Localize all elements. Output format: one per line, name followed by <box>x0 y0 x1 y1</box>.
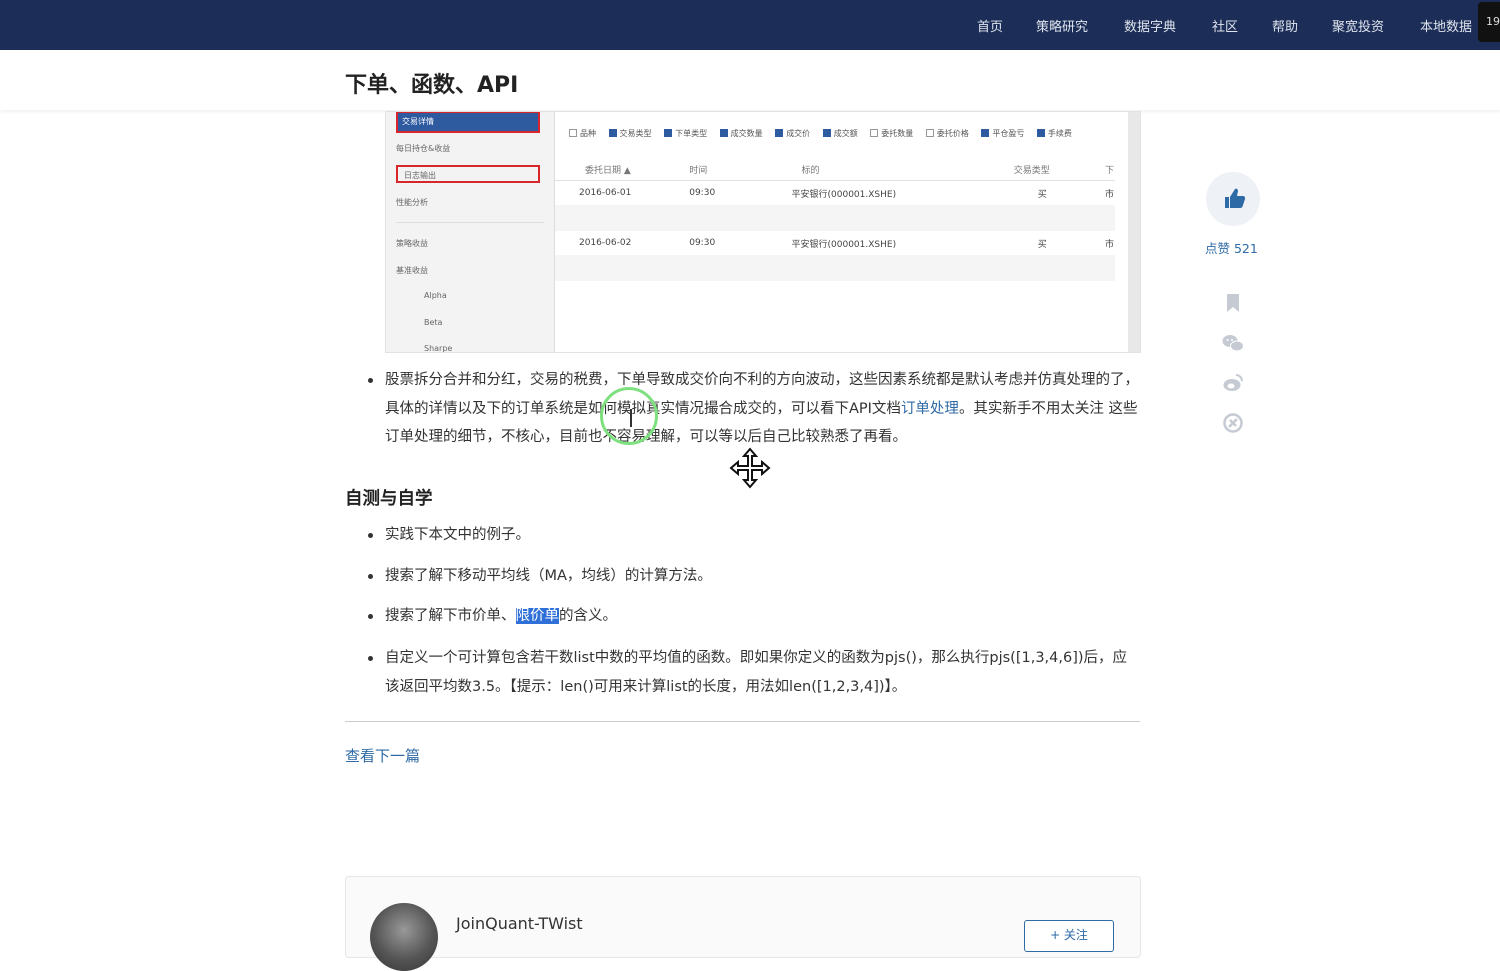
order-processing-link[interactable]: 订单处理 <box>901 401 959 417</box>
screenshot-checkbox: 手续费 <box>1036 128 1072 139</box>
screenshot-checkbox: 成交价 <box>775 128 810 139</box>
screenshot-sidebar-item: Alpha <box>424 291 447 300</box>
list-item-text: 自定义一个可计算包含若干数list中数的平均值的函数。即如果你定义的函数为pjs… <box>385 650 1128 695</box>
move-cursor-icon <box>729 447 771 489</box>
nav-data-dictionary[interactable]: 数据字典 <box>1124 16 1176 35</box>
table-cell: 09:30 <box>689 188 716 198</box>
table-cell: 2016-06-02 <box>579 238 632 248</box>
table-cell: 平安银行(000001.XSHE) <box>791 189 897 200</box>
screenshot-column-toggles: 品种 交易类型 下单类型 成交数量 成交价 成交额 委托数量 委托价格 平仓盈亏… <box>569 128 1082 139</box>
screenshot-checkbox: 品种 <box>569 128 596 139</box>
screenshot-checkbox: 委托数量 <box>870 128 913 139</box>
list-item: 搜索了解下移动平均线（MA，均线）的计算方法。 <box>368 562 1140 591</box>
screenshot-sidebar-item: 策略收益 <box>396 239 428 248</box>
table-header: 时间 <box>688 158 762 181</box>
table-row-empty <box>555 205 1115 231</box>
screenshot-sidebar-item: 基准收益 <box>396 266 428 275</box>
nav-joinquant-invest[interactable]: 聚宽投资 <box>1332 16 1384 35</box>
screenshot-sidebar-item: 日志输出 <box>396 165 540 183</box>
screenshot-checkbox: 交易类型 <box>608 128 652 139</box>
click-indicator <box>600 387 658 445</box>
screenshot-checkbox: 委托价格 <box>925 128 969 139</box>
nav-help[interactable]: 帮助 <box>1272 16 1298 35</box>
table-header: 委托日期 ▲ <box>555 158 689 181</box>
like-count: 点赞 521 <box>1205 241 1258 256</box>
list-item: 股票拆分合并和分红，交易的税费，下单导致成交价向不利的方向波动，这些因素系统都是… <box>368 366 1145 452</box>
list-item: 实践下本文中的例子。 <box>368 521 1140 550</box>
table-cell: 平安银行(000001.XSHE) <box>791 239 897 250</box>
screenshot-checkbox: 成交额 <box>822 128 858 139</box>
table-cell: 09:30 <box>689 238 716 248</box>
list-item-text: 搜索了解下市价单、 <box>385 608 516 624</box>
screenshot-sidebar-item: 每日持仓&收益 <box>396 144 451 153</box>
corner-badge: 19 <box>1478 2 1500 42</box>
article-title-bar: 下单、函数、API <box>0 50 1500 110</box>
table-cell: 2016-06-01 <box>579 188 632 198</box>
article-screenshot: 交易详情 每日持仓&收益 日志输出 性能分析 策略收益 基准收益 Alpha B… <box>385 111 1141 353</box>
screenshot-sidebar-item: 性能分析 <box>396 198 428 207</box>
bookmark-icon[interactable] <box>1221 291 1245 315</box>
thumbs-up-icon <box>1225 188 1246 208</box>
list-item: 搜索了解下市价单、限价单的含义。 <box>368 602 1140 631</box>
table-cell: 买 <box>1037 189 1047 200</box>
share-icon[interactable] <box>1221 411 1245 435</box>
like-button[interactable] <box>1206 172 1260 226</box>
table-header: 交易类型 <box>979 158 1104 181</box>
list-item-text: 的含义。 <box>559 608 617 624</box>
text-cursor-icon <box>630 409 632 427</box>
nav-community[interactable]: 社区 <box>1212 16 1238 35</box>
screenshot-sidebar-item: Beta <box>424 318 443 327</box>
article-divider <box>345 721 1140 722</box>
table-row-empty <box>555 255 1115 281</box>
weibo-icon[interactable] <box>1221 371 1245 395</box>
nav-home[interactable]: 首页 <box>977 16 1003 35</box>
selected-text[interactable]: 限价单 <box>515 608 559 624</box>
avatar[interactable] <box>370 903 438 971</box>
screenshot-checkbox: 平仓盈亏 <box>981 128 1024 139</box>
section-title: 自测与自学 <box>345 489 433 509</box>
screenshot-sidebar: 交易详情 每日持仓&收益 日志输出 性能分析 策略收益 基准收益 Alpha B… <box>386 112 555 352</box>
next-article-link[interactable]: 查看下一篇 <box>345 745 420 766</box>
table-cell: 买 <box>1037 239 1047 250</box>
screenshot-trade-table: 委托日期 ▲ 时间 标的 交易类型 下 2016-06-01 09:30 平安银… <box>555 158 1115 281</box>
table-row: 2016-06-01 09:30 平安银行(000001.XSHE) 买 市 <box>555 181 1115 206</box>
screenshot-sidebar-item: Sharpe <box>424 344 453 353</box>
nav-strategy-research[interactable]: 策略研究 <box>1036 16 1088 35</box>
author-card: JoinQuant-TWist + 关注 <box>345 876 1141 971</box>
screenshot-divider <box>396 222 544 223</box>
table-header: 下 <box>1103 158 1115 181</box>
wechat-icon[interactable] <box>1221 331 1245 355</box>
list-item-text: 实践下本文中的例子。 <box>385 527 530 543</box>
table-row: 2016-06-02 09:30 平安银行(000001.XSHE) 买 市 <box>555 231 1115 255</box>
follow-button[interactable]: + 关注 <box>1024 920 1114 952</box>
top-nav: 首页 策略研究 数据字典 社区 帮助 聚宽投资 本地数据 19 <box>0 0 1500 50</box>
table-cell: 市 <box>1104 239 1114 250</box>
table-header: 标的 <box>761 158 980 181</box>
screenshot-checkbox: 成交数量 <box>719 128 763 139</box>
screenshot-checkbox: 下单类型 <box>664 128 707 139</box>
author-name[interactable]: JoinQuant-TWist <box>456 914 583 933</box>
page-title: 下单、函数、API <box>345 73 519 98</box>
screenshot-sidebar-item: 交易详情 <box>396 112 540 133</box>
table-cell: 市 <box>1104 189 1114 200</box>
screenshot-scrollbar <box>1128 112 1140 352</box>
list-item-text: 搜索了解下移动平均线（MA，均线）的计算方法。 <box>385 568 712 584</box>
nav-local-data[interactable]: 本地数据 <box>1420 16 1472 35</box>
list-item: 自定义一个可计算包含若干数list中数的平均值的函数。即如果你定义的函数为pjs… <box>368 644 1135 701</box>
table-header-row: 委托日期 ▲ 时间 标的 交易类型 下 <box>555 158 1115 181</box>
